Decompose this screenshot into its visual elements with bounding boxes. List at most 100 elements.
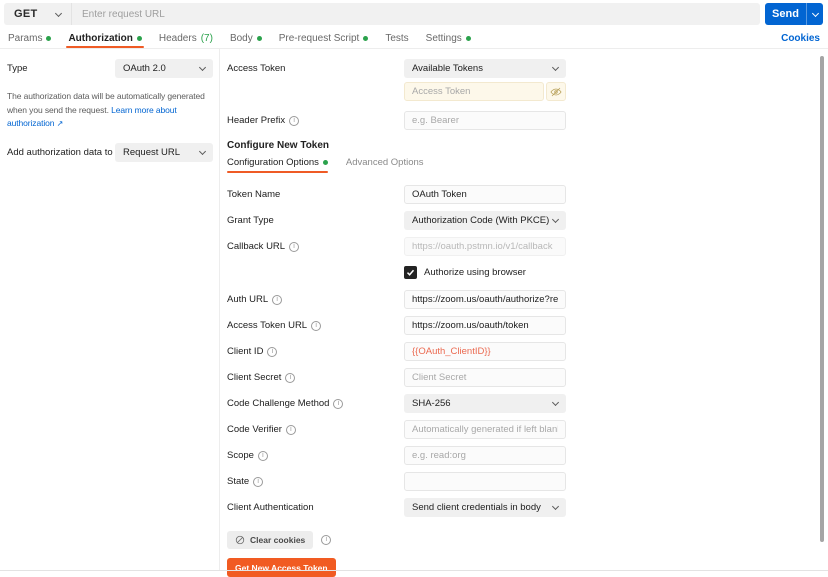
- info-icon[interactable]: i: [253, 477, 263, 487]
- header-prefix-label: Header Prefix: [227, 115, 285, 126]
- callback-url-row: Callback URL i: [227, 237, 828, 256]
- client-id-row: Client ID i: [227, 342, 828, 361]
- auth-type-value: OAuth 2.0: [123, 63, 166, 74]
- code-challenge-method-label: Code Challenge Method: [227, 398, 329, 409]
- info-icon[interactable]: i: [333, 399, 343, 409]
- add-auth-data-label: Add authorization data to: [7, 147, 113, 158]
- client-secret-input[interactable]: [404, 368, 566, 387]
- tab-params-label: Params: [8, 33, 42, 44]
- send-options-button[interactable]: [806, 3, 823, 25]
- info-icon[interactable]: i: [321, 535, 331, 545]
- request-tabs: Params Authorization Headers (7) Body Pr…: [0, 28, 828, 49]
- client-secret-label: Client Secret: [227, 372, 281, 383]
- access-token-input-row: [227, 82, 828, 101]
- green-dot-icon: [363, 36, 368, 41]
- grant-type-dropdown[interactable]: Authorization Code (With PKCE): [404, 211, 566, 230]
- tab-authorization-label: Authorization: [68, 33, 132, 44]
- header-prefix-input[interactable]: [404, 111, 566, 130]
- method-dropdown[interactable]: GET: [4, 3, 72, 25]
- bottom-divider: [0, 570, 828, 571]
- clear-cookies-label: Clear cookies: [250, 535, 305, 545]
- chevron-down-icon: [552, 216, 559, 223]
- code-verifier-input[interactable]: [404, 420, 566, 439]
- configure-subtabs: Configuration Options Advanced Options: [227, 157, 828, 173]
- send-button-label[interactable]: Send: [765, 3, 806, 25]
- tab-settings[interactable]: Settings: [426, 28, 471, 48]
- green-dot-icon: [466, 36, 471, 41]
- available-tokens-dropdown[interactable]: Available Tokens: [404, 59, 566, 78]
- code-challenge-method-row: Code Challenge Method i SHA-256: [227, 394, 828, 413]
- grant-type-label: Grant Type: [227, 215, 404, 226]
- access-token-url-label: Access Token URL: [227, 320, 307, 331]
- client-id-input[interactable]: [404, 342, 566, 361]
- tab-prerequest-script[interactable]: Pre-request Script: [279, 28, 369, 48]
- info-icon[interactable]: i: [272, 295, 282, 305]
- access-token-row: Access Token Available Tokens: [227, 59, 828, 78]
- info-icon[interactable]: i: [289, 242, 299, 252]
- scope-input[interactable]: [404, 446, 566, 465]
- code-challenge-method-dropdown[interactable]: SHA-256: [404, 394, 566, 413]
- client-id-label: Client ID: [227, 346, 263, 357]
- authorization-panel: Type OAuth 2.0 The authorization data wi…: [0, 49, 828, 570]
- chevron-down-icon: [811, 9, 818, 16]
- info-icon[interactable]: i: [286, 425, 296, 435]
- client-authentication-dropdown[interactable]: Send client credentials in body: [404, 498, 566, 517]
- vertical-scrollbar[interactable]: [820, 56, 824, 542]
- auth-type-dropdown[interactable]: OAuth 2.0: [115, 59, 213, 78]
- state-label: State: [227, 476, 249, 487]
- subtab-configuration-options[interactable]: Configuration Options: [227, 157, 328, 173]
- authorize-browser-label: Authorize using browser: [424, 267, 526, 278]
- chevron-down-icon: [55, 9, 62, 16]
- clear-cookies-row: Clear cookies i: [227, 531, 828, 549]
- clear-cookies-button[interactable]: Clear cookies: [227, 531, 313, 549]
- external-link-icon: ↗: [57, 119, 64, 128]
- token-name-row: Token Name: [227, 185, 828, 204]
- authorize-browser-checkbox[interactable]: [404, 266, 417, 279]
- tab-headers-label: Headers: [159, 33, 197, 44]
- scope-row: Scope i: [227, 446, 828, 465]
- chevron-down-icon: [552, 64, 559, 71]
- callback-url-input: [404, 237, 566, 256]
- chevron-down-icon: [199, 64, 206, 71]
- state-input[interactable]: [404, 472, 566, 491]
- client-secret-row: Client Secret i: [227, 368, 828, 387]
- info-icon[interactable]: i: [258, 451, 268, 461]
- info-icon[interactable]: i: [285, 373, 295, 383]
- subtab-advanced-options[interactable]: Advanced Options: [346, 157, 424, 173]
- request-bar: GET Send: [0, 0, 828, 28]
- add-auth-data-value: Request URL: [123, 147, 180, 158]
- auth-description: The authorization data will be automatic…: [7, 90, 213, 131]
- configure-new-token-heading: Configure New Token: [227, 140, 828, 151]
- access-token-url-input[interactable]: [404, 316, 566, 335]
- green-dot-icon: [323, 160, 328, 165]
- auth-url-label: Auth URL: [227, 294, 268, 305]
- tab-authorization[interactable]: Authorization: [68, 28, 141, 48]
- info-icon[interactable]: i: [267, 347, 277, 357]
- tab-body-label: Body: [230, 33, 253, 44]
- eye-off-icon[interactable]: [546, 82, 566, 101]
- available-tokens-value: Available Tokens: [412, 63, 483, 74]
- send-button[interactable]: Send: [765, 3, 823, 25]
- request-url-input[interactable]: [72, 3, 760, 25]
- oauth2-config-panel: Access Token Available Tokens: [220, 49, 828, 570]
- method-label: GET: [14, 8, 38, 20]
- tab-headers[interactable]: Headers (7): [159, 28, 213, 48]
- info-icon[interactable]: i: [289, 116, 299, 126]
- scope-label: Scope: [227, 450, 254, 461]
- token-name-input[interactable]: [404, 185, 566, 204]
- code-verifier-row: Code Verifier i: [227, 420, 828, 439]
- tab-params[interactable]: Params: [8, 28, 51, 48]
- tab-tests[interactable]: Tests: [385, 28, 408, 48]
- cookies-link[interactable]: Cookies: [781, 33, 820, 44]
- tab-body[interactable]: Body: [230, 28, 262, 48]
- access-token-url-row: Access Token URL i: [227, 316, 828, 335]
- access-token-input[interactable]: [404, 82, 544, 101]
- type-label: Type: [7, 63, 28, 74]
- add-auth-data-dropdown[interactable]: Request URL: [115, 143, 213, 162]
- chevron-down-icon: [199, 148, 206, 155]
- subtab-advanced-label: Advanced Options: [346, 157, 424, 168]
- get-new-access-token-button[interactable]: Get New Access Token: [227, 558, 336, 577]
- auth-url-input[interactable]: [404, 290, 566, 309]
- info-icon[interactable]: i: [311, 321, 321, 331]
- tab-prerequest-label: Pre-request Script: [279, 33, 360, 44]
